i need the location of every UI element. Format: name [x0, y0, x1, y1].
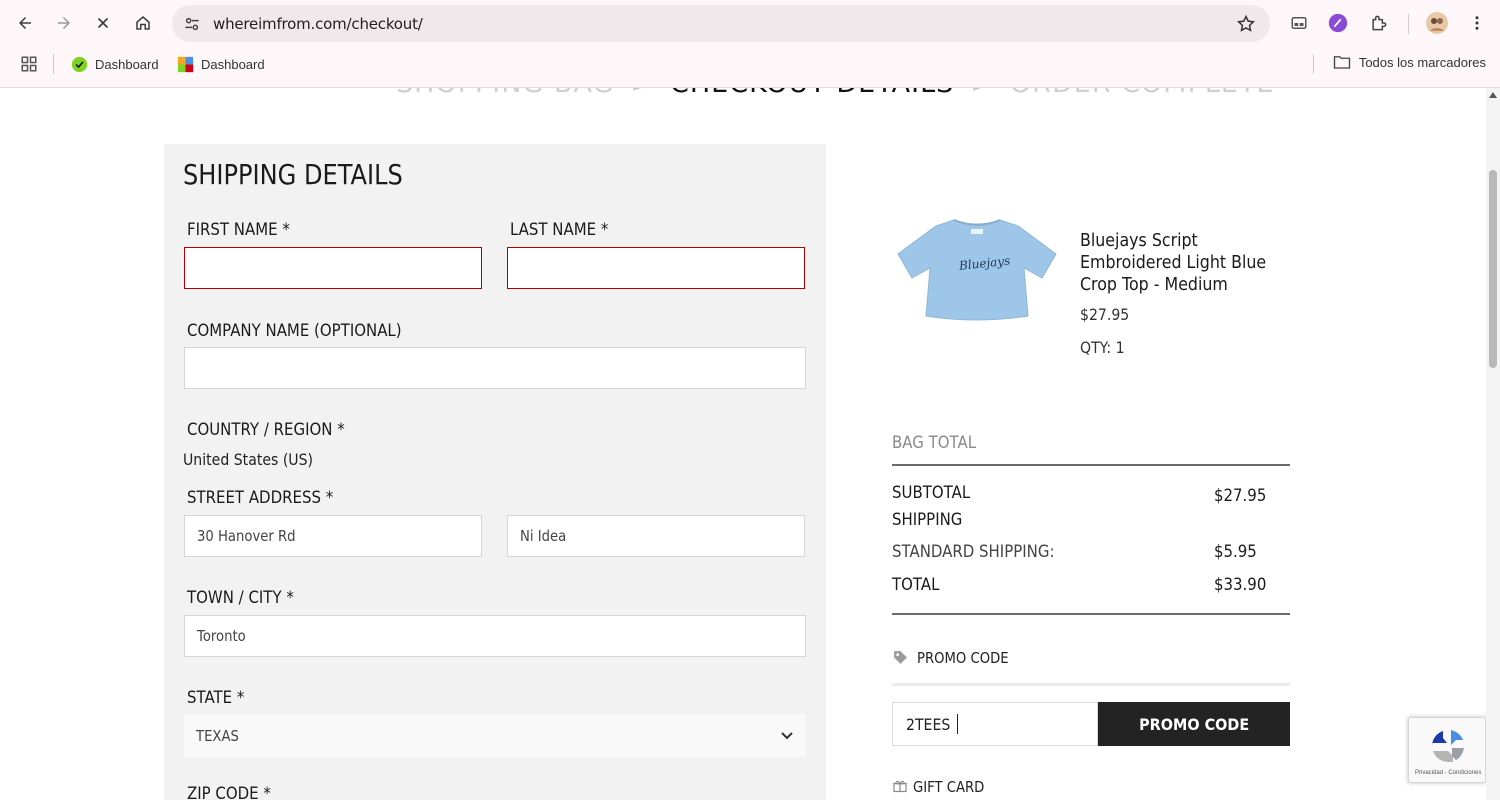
recaptcha-badge[interactable]: Privacidad - Condiciones: [1408, 717, 1486, 783]
colorful-grid-favicon-icon: [177, 56, 194, 72]
first-name-field[interactable]: [184, 247, 482, 289]
avatar-icon: [1426, 12, 1448, 34]
standard-shipping-label: STANDARD SHIPPING:: [892, 542, 1055, 562]
bookmark-dashboard-2[interactable]: Dashboard: [177, 54, 265, 74]
tab-search-extension[interactable]: [1287, 11, 1311, 35]
kebab-menu-icon: [1475, 16, 1479, 30]
city-field[interactable]: Toronto: [184, 615, 806, 657]
total-rule: [892, 613, 1290, 615]
promo-code-value: 2TEES: [906, 714, 951, 734]
street-address-line2-field[interactable]: Ni Idea: [507, 515, 805, 557]
chevron-down-icon: [781, 731, 793, 739]
step-checkout-details: CHECKOUT DETAILS: [670, 88, 954, 99]
folder-icon: [1333, 56, 1351, 69]
page-scrollbar[interactable]: [1486, 88, 1500, 800]
site-settings-icon[interactable]: [182, 14, 202, 34]
step-order-complete: ORDER COMPLETE: [1010, 88, 1275, 99]
back-button[interactable]: [11, 9, 39, 37]
last-name-field[interactable]: [507, 247, 805, 289]
checkout-steps: SHOPPING BAG > CHECKOUT DETAILS > ORDER …: [396, 88, 1274, 99]
street-line2-value: Ni Idea: [520, 527, 567, 545]
step-separator: >: [970, 88, 994, 99]
total-label: TOTAL: [892, 575, 940, 595]
promo-code-heading: PROMO CODE: [917, 649, 1009, 667]
url-text: whereimfrom.com/checkout/: [213, 15, 423, 33]
product-image[interactable]: Bluejays: [896, 216, 1058, 324]
browser-menu-button[interactable]: [1465, 11, 1489, 35]
bookmarks-divider: [53, 54, 54, 74]
scroll-up-arrow-icon[interactable]: [1489, 92, 1497, 98]
home-button[interactable]: [129, 9, 157, 37]
bookmark-label: Dashboard: [95, 56, 159, 72]
step-shopping-bag[interactable]: SHOPPING BAG: [396, 88, 614, 99]
step-separator: >: [630, 88, 654, 99]
standard-shipping-value: $5.95: [1214, 542, 1257, 562]
arrow-left-icon: [19, 17, 31, 29]
product-quantity: QTY: 1: [1080, 338, 1125, 357]
promo-rule: [892, 683, 1290, 686]
city-label: TOWN / CITY *: [187, 588, 294, 608]
bookmark-dashboard-1[interactable]: Dashboard: [71, 54, 159, 74]
first-name-label: FIRST NAME *: [187, 220, 290, 240]
all-bookmarks-button[interactable]: Todos los marcadores: [1333, 54, 1486, 70]
purple-extension[interactable]: [1326, 11, 1350, 35]
text-caret: [957, 714, 959, 734]
state-value: TEXAS: [196, 726, 239, 745]
street-address-label: STREET ADDRESS *: [187, 488, 334, 508]
company-name-label: COMPANY NAME (OPTIONAL): [187, 321, 402, 341]
bag-total-heading: BAG TOTAL: [892, 433, 977, 453]
last-name-label: LAST NAME *: [510, 220, 609, 240]
toolbar-divider: [1408, 14, 1409, 34]
street-address-line1-field[interactable]: 30 Hanover Rd: [184, 515, 482, 557]
shipping-details-panel: SHIPPING DETAILS FIRST NAME * LAST NAME …: [164, 144, 826, 800]
country-value: United States (US): [183, 450, 314, 469]
apply-promo-code-label: PROMO CODE: [1138, 714, 1250, 734]
feather-pen-icon: [1328, 13, 1348, 33]
puzzle-icon: [1372, 15, 1387, 31]
address-bar[interactable]: whereimfrom.com/checkout/: [172, 5, 1270, 42]
recaptcha-links[interactable]: Privacidad - Condiciones: [1415, 770, 1481, 776]
bookmarks-divider: [1313, 54, 1314, 74]
extensions-button[interactable]: [1367, 11, 1391, 35]
tag-icon: [894, 651, 907, 664]
browser-toolbar: whereimfrom.com/checkout/: [0, 0, 1500, 46]
bookmark-star-icon[interactable]: [1236, 14, 1256, 34]
gift-card-heading[interactable]: GIFT CARD: [913, 778, 984, 796]
apply-promo-code-button[interactable]: PROMO CODE: [1098, 702, 1290, 746]
promo-code-input[interactable]: 2TEES: [892, 702, 1098, 746]
all-bookmarks-label: Todos los marcadores: [1358, 54, 1486, 70]
product-name[interactable]: Bluejays Script Embroidered Light Blue C…: [1080, 230, 1274, 296]
profile-avatar[interactable]: [1425, 11, 1449, 35]
stop-loading-button[interactable]: [89, 9, 117, 37]
state-select[interactable]: TEXAS: [184, 714, 806, 757]
state-label: STATE *: [187, 688, 245, 708]
scrollbar-thumb[interactable]: [1489, 170, 1497, 368]
bag-total-rule: [892, 464, 1290, 466]
green-check-favicon-icon: [71, 56, 88, 72]
browser-chrome: whereimfrom.com/checkout/ Dashboard Dash…: [0, 0, 1500, 88]
subtotal-label: SUBTOTAL: [892, 483, 971, 503]
home-icon: [136, 16, 150, 30]
zip-code-label: ZIP CODE *: [187, 784, 271, 800]
subtotal-value: $27.95: [1214, 486, 1267, 506]
shipping-label: SHIPPING: [892, 510, 963, 530]
checkout-page: SHOPPING BAG > CHECKOUT DETAILS > ORDER …: [0, 88, 1486, 800]
country-label: COUNTRY / REGION *: [187, 420, 345, 440]
street-line1-value: 30 Hanover Rd: [197, 527, 296, 545]
forward-button[interactable]: [50, 9, 78, 37]
bookmarks-bar: Dashboard Dashboard Todos los marcadores: [0, 48, 1500, 80]
gift-icon: [893, 780, 907, 793]
total-value: $33.90: [1214, 575, 1267, 595]
media-icon: [1291, 17, 1307, 29]
shipping-details-title: SHIPPING DETAILS: [183, 158, 403, 191]
product-price: $27.95: [1080, 305, 1130, 324]
city-value: Toronto: [197, 627, 246, 645]
recaptcha-logo-icon: [1432, 729, 1465, 762]
apps-grid-icon[interactable]: [20, 55, 38, 73]
arrow-right-icon: [58, 17, 70, 29]
close-icon: [97, 17, 109, 29]
company-name-field[interactable]: [184, 347, 806, 389]
bookmark-label: Dashboard: [201, 56, 265, 72]
